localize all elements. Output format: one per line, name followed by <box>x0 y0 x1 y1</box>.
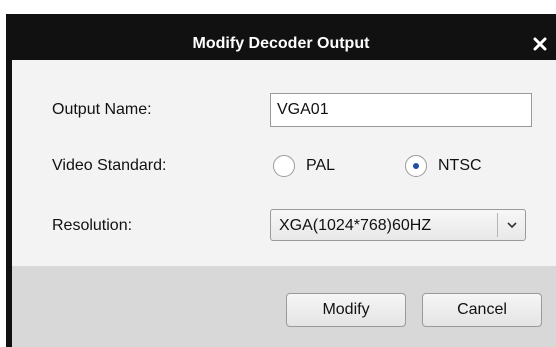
chevron-down-icon[interactable] <box>505 218 519 232</box>
dialog-body: Output Name: Video Standard: PAL NTSC Re… <box>12 60 556 347</box>
video-standard-label: Video Standard: <box>52 157 167 174</box>
modify-decoder-output-dialog: Modify Decoder Output Output Name: Video… <box>6 14 556 347</box>
radio-pal-label[interactable]: PAL <box>306 156 335 176</box>
output-name-input[interactable] <box>270 93 532 127</box>
cancel-button[interactable]: Cancel <box>422 293 542 327</box>
resolution-select[interactable]: XGA(1024*768)60HZ <box>270 209 526 241</box>
form-area: Output Name: Video Standard: PAL NTSC Re… <box>12 60 556 266</box>
radio-pal[interactable] <box>273 155 295 177</box>
dialog-title: Modify Decoder Output <box>192 35 370 52</box>
modify-button[interactable]: Modify <box>286 293 406 327</box>
resolution-label: Resolution: <box>52 217 133 234</box>
radio-selected-dot <box>413 163 419 169</box>
dialog-footer: Modify Cancel <box>12 266 556 347</box>
radio-ntsc-label[interactable]: NTSC <box>438 156 482 176</box>
radio-ntsc[interactable] <box>405 155 427 177</box>
dialog-title-bar[interactable]: Modify Decoder Output <box>6 14 556 60</box>
select-divider <box>497 213 498 237</box>
output-name-label: Output Name: <box>52 101 152 118</box>
close-icon[interactable] <box>532 35 548 53</box>
resolution-value: XGA(1024*768)60HZ <box>279 217 432 234</box>
